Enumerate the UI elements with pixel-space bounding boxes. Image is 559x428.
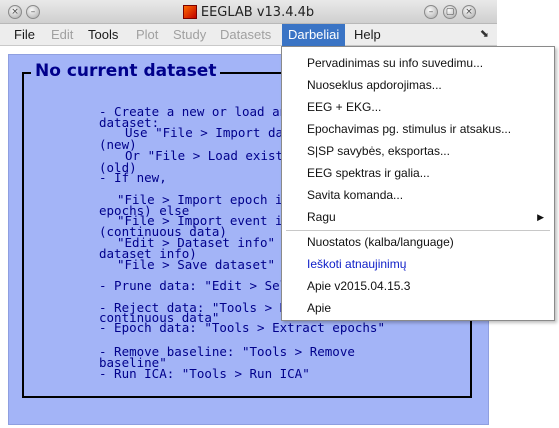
menu-item-eeg-ekg[interactable]: EEG + EKG... — [282, 97, 554, 118]
menu-item-nuostatos[interactable]: Nuostatos (kalba/language) — [282, 232, 554, 253]
help-line: Use "File > Import data" — [125, 125, 306, 140]
menu-item-label: Pervadinimas su info suvedimu... — [307, 56, 484, 70]
menu-item-ieskoti-atnaujinimu[interactable]: Ieškoti atnaujinimų — [282, 254, 554, 275]
help-line: - If new, — [99, 170, 167, 185]
menu-item-label: Ragu — [307, 210, 336, 224]
eeglab-app-icon — [182, 5, 197, 19]
menu-file[interactable]: File — [8, 24, 41, 46]
close-button[interactable]: × — [462, 5, 476, 19]
menu-datasets[interactable]: Datasets — [214, 24, 277, 46]
menu-plot[interactable]: Plot — [130, 24, 164, 46]
title-bar: × – EEGLAB v13.4.4b – ▢ × — [0, 0, 497, 24]
menu-item-nuoseklus[interactable]: Nuoseklus apdorojimas... — [282, 75, 554, 96]
close-window-button[interactable]: × — [8, 5, 22, 19]
eeglab-window: × – EEGLAB v13.4.4b – ▢ × File Edit Tool… — [0, 0, 559, 428]
help-line: - Run ICA: "Tools > Run ICA" — [99, 366, 310, 381]
menu-item-ragu[interactable]: Ragu ▶ — [282, 207, 554, 228]
menu-item-epochavimas[interactable]: Epochavimas pg. stimulus ir atsakus... — [282, 119, 554, 140]
menu-item-label: EEG spektras ir galia... — [307, 166, 430, 180]
frame-title: No current dataset — [31, 61, 221, 81]
menu-item-ssp[interactable]: S|SP savybės, eksportas... — [282, 141, 554, 162]
menu-help[interactable]: Help — [348, 24, 387, 46]
menu-item-spektras[interactable]: EEG spektras ir galia... — [282, 163, 554, 184]
menu-item-label: S|SP savybės, eksportas... — [307, 144, 450, 158]
window-title: EEGLAB v13.4.4b — [200, 4, 315, 20]
menu-item-label: EEG + EKG... — [307, 100, 382, 114]
menu-tools[interactable]: Tools — [82, 24, 124, 46]
minimize-button[interactable]: – — [424, 5, 438, 19]
menu-item-label: Apie — [307, 301, 332, 315]
menu-item-label: Savita komanda... — [307, 188, 404, 202]
menu-item-savita-komanda[interactable]: Savita komanda... — [282, 185, 554, 206]
menu-item-label: Apie v2015.04.15.3 — [307, 279, 411, 293]
resize-icon[interactable]: ⬊ — [480, 27, 489, 40]
menu-item-apie[interactable]: Apie — [282, 298, 554, 319]
menu-darbeliai[interactable]: Darbeliai — [282, 24, 346, 46]
menu-item-pervadinimas[interactable]: Pervadinimas su info suvedimu... — [282, 53, 554, 74]
menu-study[interactable]: Study — [167, 24, 212, 46]
menu-item-apie-version[interactable]: Apie v2015.04.15.3 — [282, 276, 554, 297]
menu-item-label: Epochavimas pg. stimulus ir atsakus... — [307, 122, 512, 136]
menu-bar: File Edit Tools Plot Study Datasets Darb… — [0, 24, 497, 46]
maximize-button[interactable]: ▢ — [443, 5, 457, 19]
menu-item-label: Nuostatos (kalba/language) — [307, 235, 454, 249]
submenu-arrow-icon: ▶ — [537, 212, 544, 222]
menu-edit[interactable]: Edit — [45, 24, 79, 46]
menu-item-label: Ieškoti atnaujinimų — [307, 257, 407, 271]
menu-item-label: Nuoseklus apdorojimas... — [307, 78, 442, 92]
darbeliai-dropdown-menu: Pervadinimas su info suvedimu... Nuosekl… — [281, 46, 555, 321]
shade-window-button[interactable]: – — [26, 5, 40, 19]
help-line: - Epoch data: "Tools > Extract epochs" — [99, 320, 385, 335]
menu-separator — [286, 230, 550, 231]
